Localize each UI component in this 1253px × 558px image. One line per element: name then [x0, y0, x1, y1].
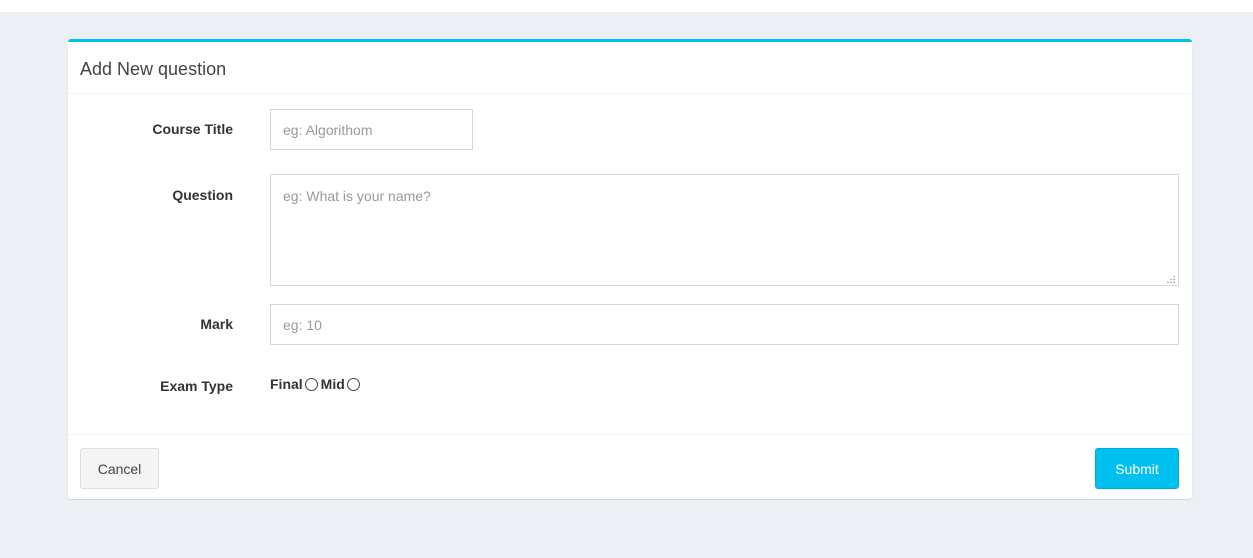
exam-type-option-final[interactable]: Final [270, 376, 321, 392]
submit-button[interactable]: Submit [1095, 448, 1179, 489]
final-option-label: Final [270, 376, 303, 392]
mid-option-label: Mid [320, 376, 345, 392]
course-title-input[interactable] [270, 109, 473, 150]
mark-label: Mark [200, 316, 233, 332]
top-strip [0, 0, 1253, 12]
mid-radio[interactable] [346, 377, 360, 391]
course-title-label: Course Title [152, 121, 233, 137]
final-radio[interactable] [304, 377, 318, 391]
panel-footer: Cancel Submit [68, 434, 1192, 502]
cancel-button[interactable]: Cancel [80, 448, 159, 489]
add-question-panel: Add New question Course Title Question [68, 39, 1192, 499]
exam-type-label: Exam Type [160, 378, 233, 394]
question-label: Question [172, 187, 233, 203]
panel-title: Add New question [80, 59, 227, 79]
panel-header: Add New question [68, 42, 1192, 94]
question-form: Course Title Question Mark [68, 94, 1192, 434]
exam-type-option-mid[interactable]: Mid [321, 376, 363, 392]
mark-input[interactable] [270, 304, 1179, 345]
question-textarea[interactable] [270, 174, 1179, 286]
exam-type-radio-group: Final Mid [270, 376, 363, 392]
